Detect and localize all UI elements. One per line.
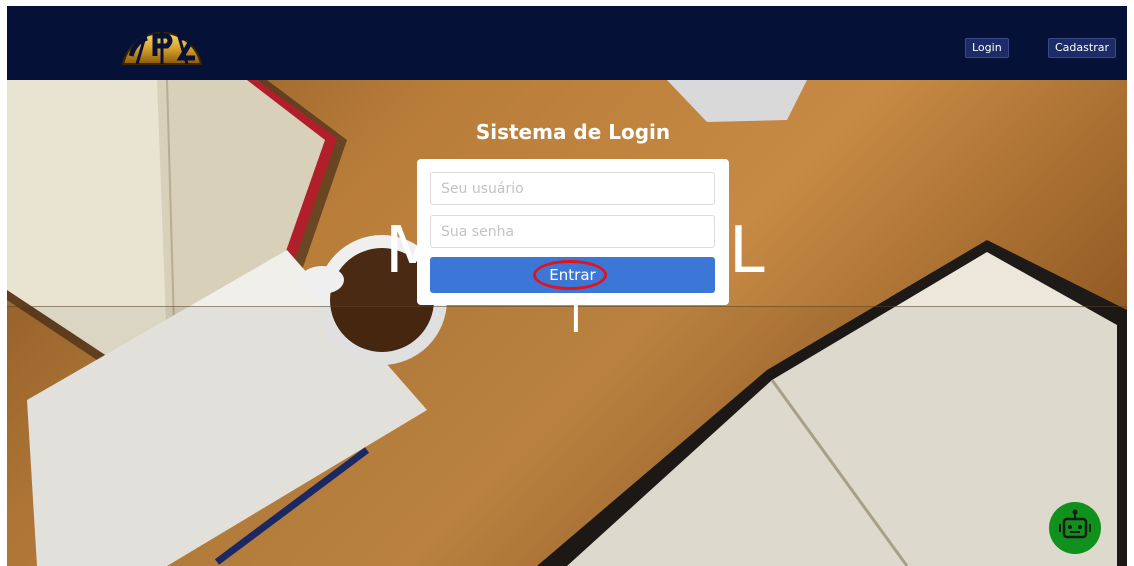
hero-big-letter-l: L [729,214,765,288]
submit-button[interactable]: Entrar [430,257,715,293]
hero-background [7,80,1127,566]
page-frame: Login Cadastrar M L I Sistema de Login S… [7,6,1127,566]
navbar: Login Cadastrar [7,6,1127,80]
robot-icon [1059,509,1091,539]
hero-divider [7,306,1127,307]
login-nav-button[interactable]: Login [965,38,1009,58]
password-input[interactable] [430,215,715,248]
signup-nav-button[interactable]: Cadastrar [1048,38,1116,58]
login-title: Sistema de Login [475,120,671,144]
hero-lower-shade [7,306,1127,566]
cpl-logo-icon[interactable] [117,16,207,72]
login-card: Entrar [417,159,729,305]
username-input[interactable] [430,172,715,205]
chatbot-button[interactable] [1049,502,1101,554]
